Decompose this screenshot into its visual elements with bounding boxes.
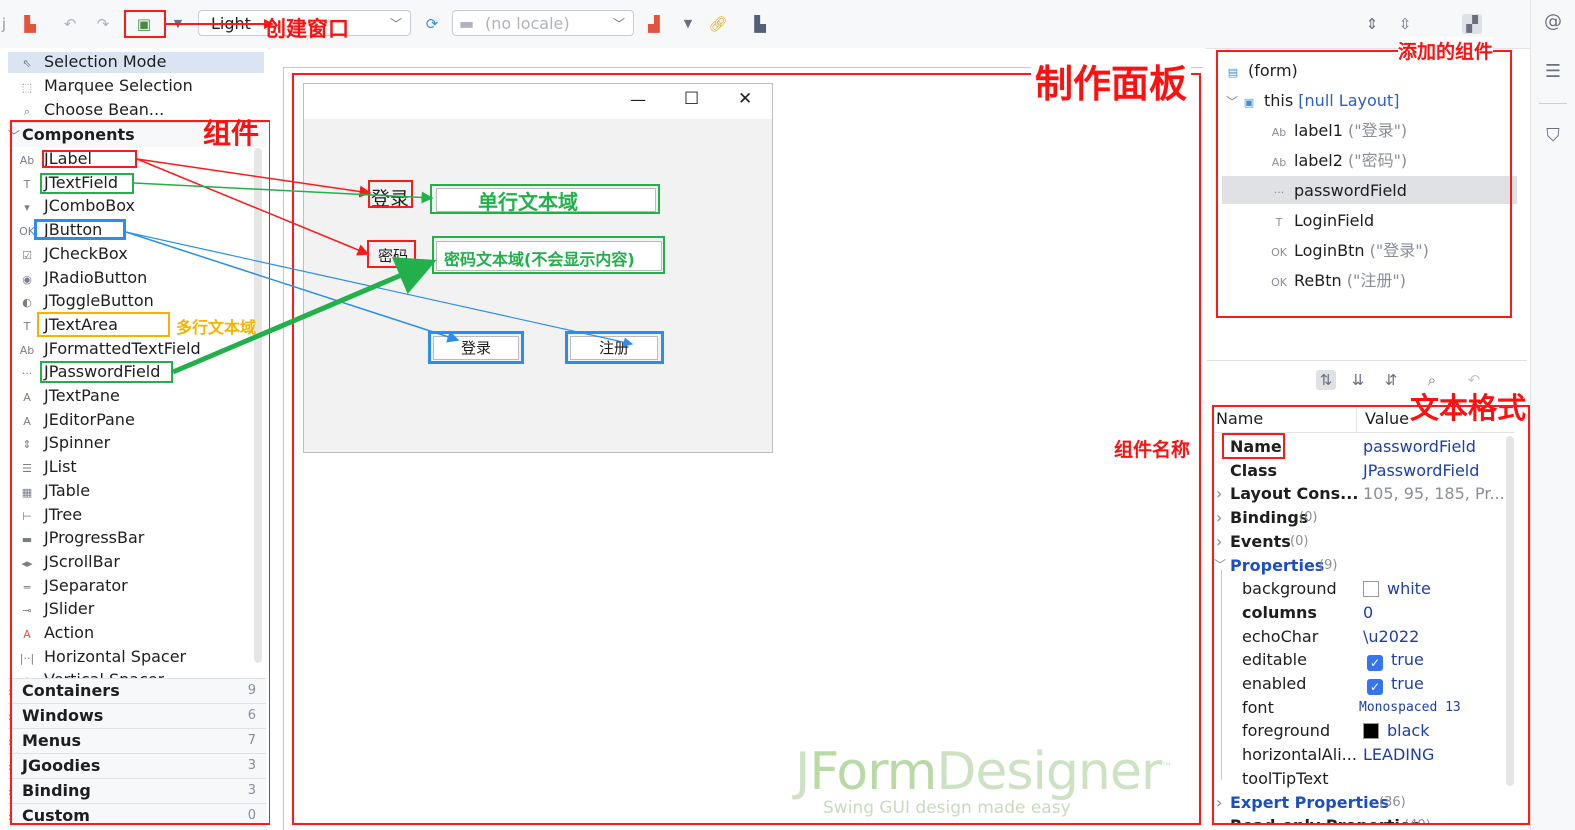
close-icon[interactable]: ✕: [738, 89, 752, 109]
tool-divider: [1539, 103, 1567, 104]
properties-highlight: [1212, 405, 1530, 825]
sort-category-icon[interactable]: ⇅: [1316, 370, 1336, 390]
jformdesigner-logo: JFormDesigner™: [795, 742, 1172, 802]
shield-icon[interactable]: ⛉: [1543, 126, 1563, 146]
annotation-arrows: [125, 158, 634, 375]
ai-assistant-icon[interactable]: @: [1543, 12, 1563, 32]
database-icon[interactable]: ☰: [1543, 62, 1563, 82]
collapse-all-icon[interactable]: ⇳: [1395, 14, 1415, 34]
panel-divider: [1207, 360, 1527, 361]
added-components-highlight: [1216, 50, 1512, 318]
added-components-annotation: 添加的组件: [1398, 37, 1494, 64]
design-panel-annotation: 制作面板: [1031, 53, 1192, 108]
jformdesigner-tagline: Swing GUI design made easy: [823, 798, 1071, 818]
sort-type-icon[interactable]: ⇊: [1348, 370, 1368, 390]
expand-all-icon[interactable]: ⇕: [1362, 14, 1382, 34]
component-name-annotation: 组件名称: [1114, 439, 1191, 461]
link-icon[interactable]: 🔗︎: [708, 14, 728, 34]
right-tool-strip: @ ☰ ⛉: [1530, 0, 1575, 830]
name-row-highlight: [1222, 433, 1285, 459]
structure-icon[interactable]: ▞: [1462, 14, 1482, 34]
bean-icon[interactable]: ▙: [750, 14, 770, 34]
sort-alpha-icon[interactable]: ⇵: [1381, 370, 1401, 390]
